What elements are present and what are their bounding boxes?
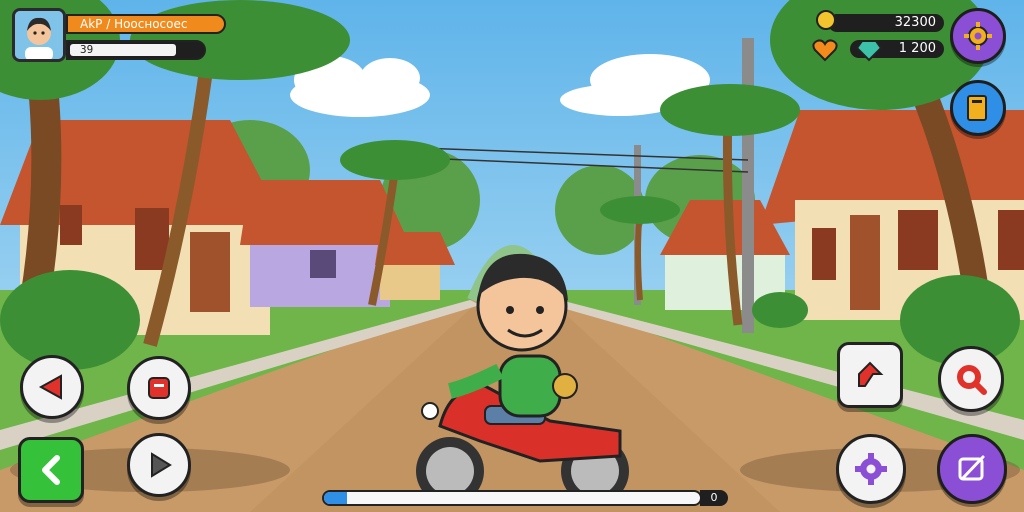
player-level-bar: 39 (66, 40, 206, 60)
coins-bar: 32300 (828, 14, 944, 32)
player-name-bar: AkР / Ноосносоес (66, 14, 226, 34)
edit-button[interactable] (937, 434, 1007, 504)
play-button[interactable] (127, 433, 191, 497)
race-progress-bar (322, 490, 702, 506)
player-name: AkР / Ноосносоес (80, 17, 188, 31)
race-progress-end: 0 (700, 490, 728, 506)
player-level: 39 (80, 43, 94, 56)
coin-icon (816, 10, 836, 30)
settings-top-button[interactable] (950, 8, 1006, 64)
player-character[interactable] (390, 236, 640, 512)
book-icon (967, 95, 987, 121)
left-arrow-icon (38, 374, 62, 400)
search-icon (957, 365, 987, 395)
gems-value: 1 200 (898, 41, 936, 56)
settings-button[interactable] (836, 434, 906, 504)
back-button[interactable] (18, 437, 84, 503)
player-avatar[interactable] (12, 8, 66, 62)
stop-icon (148, 377, 170, 399)
stop-button[interactable] (127, 356, 191, 420)
gear-icon (855, 453, 887, 485)
edit-icon (958, 455, 985, 481)
chevron-left-icon (42, 455, 60, 485)
game-screen: AkР / Ноосносоес 39 32300 1 200 0 (0, 0, 1024, 512)
up-arrow-icon (858, 361, 884, 387)
progress-end-label: 0 (710, 491, 718, 504)
heart-icon (812, 39, 838, 62)
quest-book-button[interactable] (950, 80, 1006, 136)
play-icon (151, 452, 172, 478)
race-progress-fill (324, 492, 347, 504)
gem-icon (856, 40, 882, 62)
accelerate-button[interactable] (837, 342, 903, 408)
avatar-portrait (15, 11, 63, 59)
coins-value: 32300 (894, 15, 936, 30)
move-left-button[interactable] (20, 355, 84, 419)
search-button[interactable] (938, 346, 1004, 412)
gear-icon (964, 22, 992, 50)
